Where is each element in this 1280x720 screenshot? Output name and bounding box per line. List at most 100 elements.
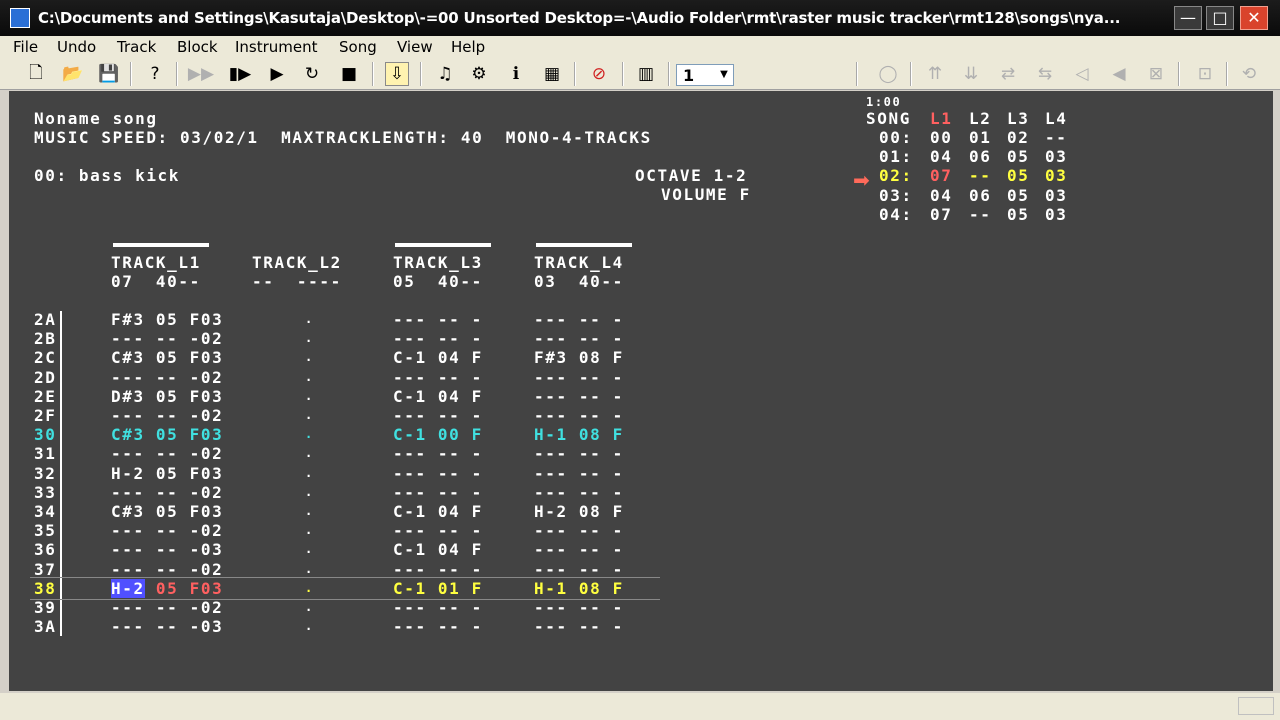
pattern-cell[interactable]: C-1 04 F [393, 348, 483, 367]
swap-back-icon[interactable]: ⇆ [1033, 62, 1057, 86]
pattern-cell[interactable]: --- -- -03 [111, 617, 223, 636]
song-row-track-value[interactable]: -- [1045, 128, 1067, 147]
pattern-cell[interactable]: --- -- - [393, 617, 483, 636]
song-row-track-value[interactable]: 04 [930, 186, 952, 205]
play-pattern-icon[interactable]: ▮▶ [228, 62, 252, 86]
pattern-cell[interactable]: --- -- - [393, 560, 483, 579]
pattern-cell[interactable]: --- -- - [534, 617, 624, 636]
maximize-button[interactable]: □ [1206, 6, 1234, 30]
tracks-icon[interactable]: ▦ [540, 62, 564, 86]
repeat-icon[interactable]: ⟲ [1237, 62, 1261, 86]
pattern-cell[interactable]: C#3 05 F03 [111, 348, 223, 367]
pattern-cell[interactable]: H-1 08 F [534, 579, 624, 598]
track-header-name[interactable]: TRACK_L4 [534, 253, 624, 272]
pattern-cell[interactable]: --- -- - [393, 406, 483, 425]
song-row-track-value[interactable]: 03 [1045, 205, 1067, 224]
track-header-name[interactable]: TRACK_L1 [111, 253, 201, 272]
pattern-cell[interactable]: H-2 08 F [534, 502, 624, 521]
pattern-cell[interactable]: C-1 00 F [393, 425, 483, 444]
follow-play-icon[interactable]: ⇩ [385, 62, 409, 86]
resize-grip[interactable] [1238, 697, 1274, 715]
pattern-cell[interactable]: H-2 05 F03 [111, 464, 223, 483]
pattern-cell[interactable]: F#3 05 F03 [111, 310, 223, 329]
pattern-cell[interactable]: --- -- -02 [111, 598, 223, 617]
octave-select[interactable]: 1 ▼ [676, 64, 734, 86]
pattern-cell[interactable]: . [305, 560, 314, 579]
song-row-track-value[interactable]: 03 [1045, 147, 1067, 166]
pattern-cell[interactable]: --- -- - [534, 598, 624, 617]
save-icon[interactable]: 💾 [97, 62, 121, 86]
pattern-cell[interactable]: --- -- - [534, 483, 624, 502]
pattern-cell[interactable]: --- -- - [393, 521, 483, 540]
menu-file[interactable]: File [13, 38, 38, 56]
pattern-cell[interactable]: C#3 05 F03 [111, 502, 223, 521]
pattern-cell[interactable]: --- -- - [534, 560, 624, 579]
volume-icon[interactable]: ◀ [1107, 62, 1131, 86]
menu-view[interactable]: View [397, 38, 433, 56]
pattern-cell[interactable]: --- -- - [534, 329, 624, 348]
pattern-cell[interactable]: F#3 08 F [534, 348, 624, 367]
mute-icon[interactable]: ⊘ [587, 62, 611, 86]
pattern-cell[interactable]: --- -- - [534, 521, 624, 540]
pattern-cell[interactable]: . [305, 521, 314, 540]
pattern-cell[interactable]: --- -- - [393, 444, 483, 463]
song-row-track-value[interactable]: 06 [969, 186, 991, 205]
pattern-cell[interactable]: --- -- - [393, 598, 483, 617]
pattern-cell[interactable]: --- -- - [534, 387, 624, 406]
pattern-cell[interactable]: --- -- -02 [111, 368, 223, 387]
song-row-track-value[interactable]: 06 [969, 147, 991, 166]
instrument-icon[interactable]: ⚙ [467, 62, 491, 86]
loop-icon[interactable]: ↻ [300, 62, 324, 86]
song-row-track-value[interactable]: 05 [1007, 205, 1029, 224]
song-row-position[interactable]: 03: [879, 186, 913, 205]
song-row-track-value[interactable]: 01 [969, 128, 991, 147]
song-row-track-value[interactable]: 03 [1045, 186, 1067, 205]
pattern-cell[interactable]: . [305, 444, 314, 463]
song-row-position[interactable]: 02: [879, 166, 913, 185]
pattern-cell[interactable]: --- -- -02 [111, 329, 223, 348]
pattern-cell[interactable]: --- -- - [393, 464, 483, 483]
pattern-cell[interactable]: C-1 04 F [393, 540, 483, 559]
pattern-cell[interactable]: . [305, 598, 314, 617]
song-row-track-value[interactable]: 05 [1007, 166, 1029, 185]
song-row-position[interactable]: 04: [879, 205, 913, 224]
pattern-cell[interactable]: C-1 01 F [393, 579, 483, 598]
pattern-cell[interactable]: C-1 04 F [393, 502, 483, 521]
play-icon[interactable]: ▶ [265, 62, 289, 86]
menu-track[interactable]: Track [117, 38, 156, 56]
track-header-name[interactable]: TRACK_L2 [252, 253, 342, 272]
pattern-cell[interactable]: --- -- - [393, 368, 483, 387]
pattern-cell[interactable]: . [305, 579, 314, 598]
pattern-cell[interactable]: --- -- - [393, 329, 483, 348]
pattern-cell[interactable]: . [305, 348, 314, 367]
song-row-track-value[interactable]: 05 [1007, 186, 1029, 205]
pattern-cell[interactable]: C-1 04 F [393, 387, 483, 406]
pattern-cell-cursor[interactable]: H-2 05 F03 [111, 578, 223, 598]
pattern-cell[interactable]: . [305, 329, 314, 348]
info-icon[interactable]: ℹ [504, 62, 528, 86]
pattern-cell[interactable]: C#3 05 F03 [111, 425, 223, 444]
pattern-cell[interactable]: --- -- - [534, 310, 624, 329]
pattern-cell[interactable]: D#3 05 F03 [111, 387, 223, 406]
pattern-cell[interactable]: . [305, 502, 314, 521]
pattern-cell[interactable]: --- -- -02 [111, 521, 223, 540]
help-icon[interactable]: ? [143, 62, 167, 86]
transpose-up-icon[interactable]: ⇈ [923, 62, 947, 86]
menu-undo[interactable]: Undo [57, 38, 96, 56]
close-button[interactable]: ✕ [1240, 6, 1268, 30]
swap-icon[interactable]: ⇄ [996, 62, 1020, 86]
transpose-down-icon[interactable]: ⇊ [959, 62, 983, 86]
pattern-cell[interactable]: --- -- - [534, 444, 624, 463]
pattern-cell[interactable]: . [305, 617, 314, 636]
song-row-track-value[interactable]: -- [969, 205, 991, 224]
volume-down-icon[interactable]: ◁ [1070, 62, 1094, 86]
menu-song[interactable]: Song [339, 38, 377, 56]
song-row-track-value[interactable]: 07 [930, 166, 952, 185]
song-row-track-value[interactable]: 00 [930, 128, 952, 147]
stop-icon[interactable]: ■ [337, 62, 361, 86]
note-icon[interactable]: ♫ [433, 62, 457, 86]
chevron-down-icon[interactable]: ▼ [715, 65, 733, 85]
song-row-track-value[interactable]: 05 [1007, 147, 1029, 166]
track-header-name[interactable]: TRACK_L3 [393, 253, 483, 272]
song-row-track-value[interactable]: 02 [1007, 128, 1029, 147]
